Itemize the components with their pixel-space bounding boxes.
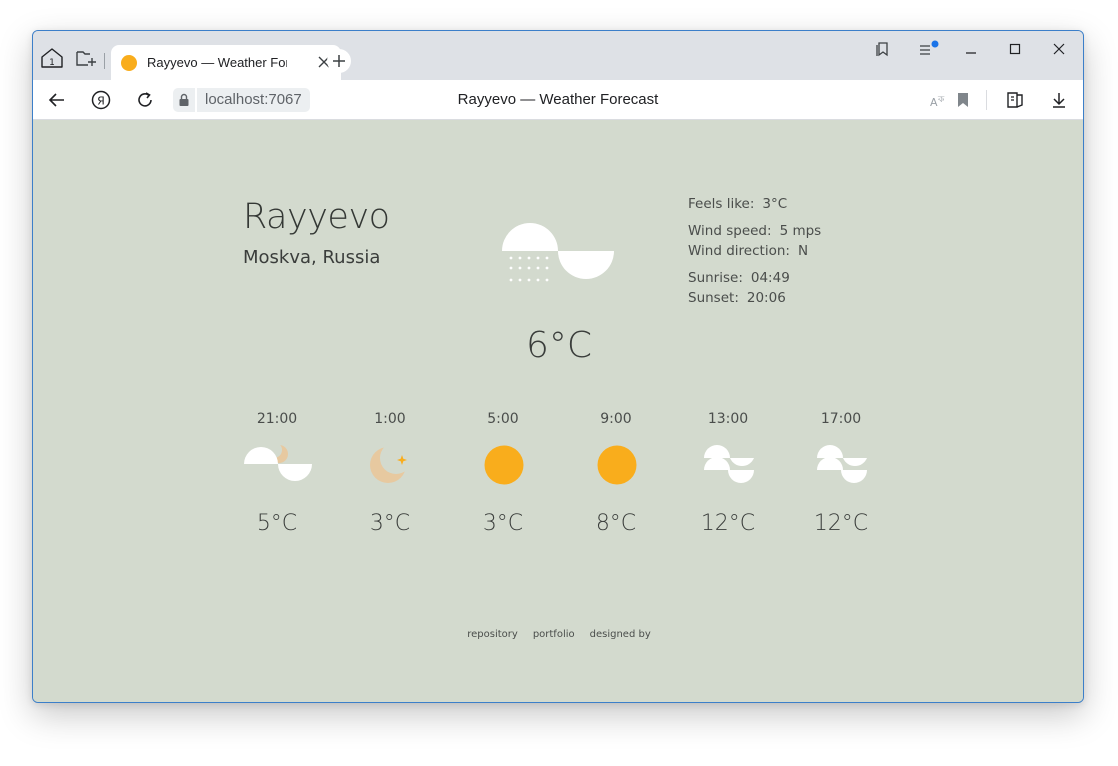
tab-counter-button[interactable]: 1 [39,45,65,71]
yandex-logo-icon: Я [91,90,111,110]
clouds-icon [704,445,754,483]
current-temperature: 6°C [525,325,593,366]
url-text[interactable]: localhost:7067 [197,88,310,112]
sunset-value: 20:06 [746,290,786,306]
wind-direction-label: Wind direction: [688,243,790,259]
repository-link[interactable]: repository [467,629,518,640]
moon-cloud-icon [244,445,312,481]
clouds-icon [817,445,867,483]
arrow-left-icon [48,93,64,107]
sun-icon [484,445,524,485]
translate-icon: A ক [930,95,945,109]
yandex-button[interactable]: Я [89,88,113,112]
wind-direction-row: Wind direction: N [688,241,821,261]
forecast-temperature: 3°C [482,511,524,536]
region-name: Moskva, Russia [243,247,381,268]
forecast-time: 9:00 [600,411,632,427]
tab-title: Rayyevo — Weather For [147,55,287,70]
collections-icon [876,42,888,57]
address-toolbar: Я localhost:7067 Rayyevo — Weather Forec… [33,80,1083,120]
download-icon [1053,93,1065,108]
svg-text:ক: ক [937,95,945,105]
forecast-item: 5:00 3°C [447,411,559,551]
feels-like-label: Feels like: [688,196,755,212]
back-button[interactable] [45,88,69,112]
sunset-label: Sunset: [688,290,739,306]
sun-icon [597,445,637,485]
sunrise-value: 04:49 [750,270,790,286]
bookmarks-panel-button[interactable] [865,37,901,61]
forecast-item: 21:00 5°C [221,411,333,551]
hourly-forecast: 21:00 5°C 1:00 3°C 5:00 3°C 9:00 8°C 13:… [221,411,897,551]
cloud-rain-icon [502,223,614,282]
menu-notification-icon [920,40,939,55]
forecast-time: 13:00 [707,411,749,427]
bookmark-button[interactable] [951,88,975,112]
moon-star-icon [370,445,412,483]
footer: repository portfolio designed by [33,629,1083,640]
wind-speed-row: Wind speed: 5 mps [688,221,821,241]
reload-button[interactable] [133,88,157,112]
folder-plus-icon [76,51,96,66]
sunset-row: Sunset: 20:06 [688,288,821,308]
new-tab-button[interactable] [327,49,351,73]
svg-text:Я: Я [97,95,105,108]
forecast-item: 17:00 12°C [785,411,897,551]
forecast-time: 1:00 [374,411,406,427]
toolbar-divider [986,90,987,110]
plus-icon [333,55,345,67]
address-field[interactable]: localhost:7067 [173,88,310,112]
translate-button[interactable]: A ক [927,88,951,112]
downloads-button[interactable] [1047,88,1071,112]
forecast-item: 1:00 3°C [334,411,446,551]
close-icon [1053,43,1065,55]
forecast-item: 13:00 12°C [672,411,784,551]
new-tab-group-button[interactable] [73,45,99,71]
svg-text:1: 1 [49,58,55,68]
maximize-icon [1009,43,1021,55]
designed-by-link[interactable]: designed by [590,629,651,640]
home-tabs-icon: 1 [41,48,63,68]
reader-icon [1007,92,1023,108]
sunrise-row: Sunrise: 04:49 [688,268,821,288]
forecast-time: 17:00 [820,411,862,427]
tab-weather[interactable]: Rayyevo — Weather For [111,45,341,80]
forecast-temperature: 5°C [256,511,298,536]
lock-icon [173,88,195,112]
reader-mode-button[interactable] [1003,88,1027,112]
maximize-button[interactable] [997,37,1033,61]
wind-speed-label: Wind speed: [688,223,772,239]
weather-page: Rayyevo Moskva, Russia 6°C Feels like: 3°… [33,121,1083,702]
forecast-item: 9:00 8°C [560,411,672,551]
tabstrip-divider [104,53,105,69]
favicon-icon [121,54,137,71]
minimize-button[interactable] [953,37,989,61]
portfolio-link[interactable]: portfolio [533,629,575,640]
forecast-temperature: 12°C [700,511,756,536]
tab-strip: 1 Rayyevo — Weather For [33,31,1083,80]
minimize-icon [966,52,976,54]
city-name: Rayyevo [243,197,390,237]
forecast-temperature: 3°C [369,511,411,536]
sunrise-label: Sunrise: [688,270,743,286]
browser-window: 1 Rayyevo — Weather For Я localhost:7067… [32,30,1084,703]
forecast-temperature: 12°C [813,511,869,536]
reload-icon [138,92,152,107]
wind-direction-value: N [797,243,809,259]
menu-button[interactable] [911,37,947,61]
weather-details: Feels like: 3°C Wind speed: 5 mps Wind dir… [688,194,821,315]
bookmark-icon [958,93,968,107]
svg-text:A: A [930,96,938,109]
feels-like-value: 3°C [762,196,788,212]
feels-like-row: Feels like: 3°C [688,194,821,214]
forecast-time: 5:00 [487,411,519,427]
close-window-button[interactable] [1041,37,1077,61]
forecast-time: 21:00 [256,411,298,427]
forecast-temperature: 8°C [595,511,637,536]
wind-speed-value: 5 mps [779,223,822,239]
